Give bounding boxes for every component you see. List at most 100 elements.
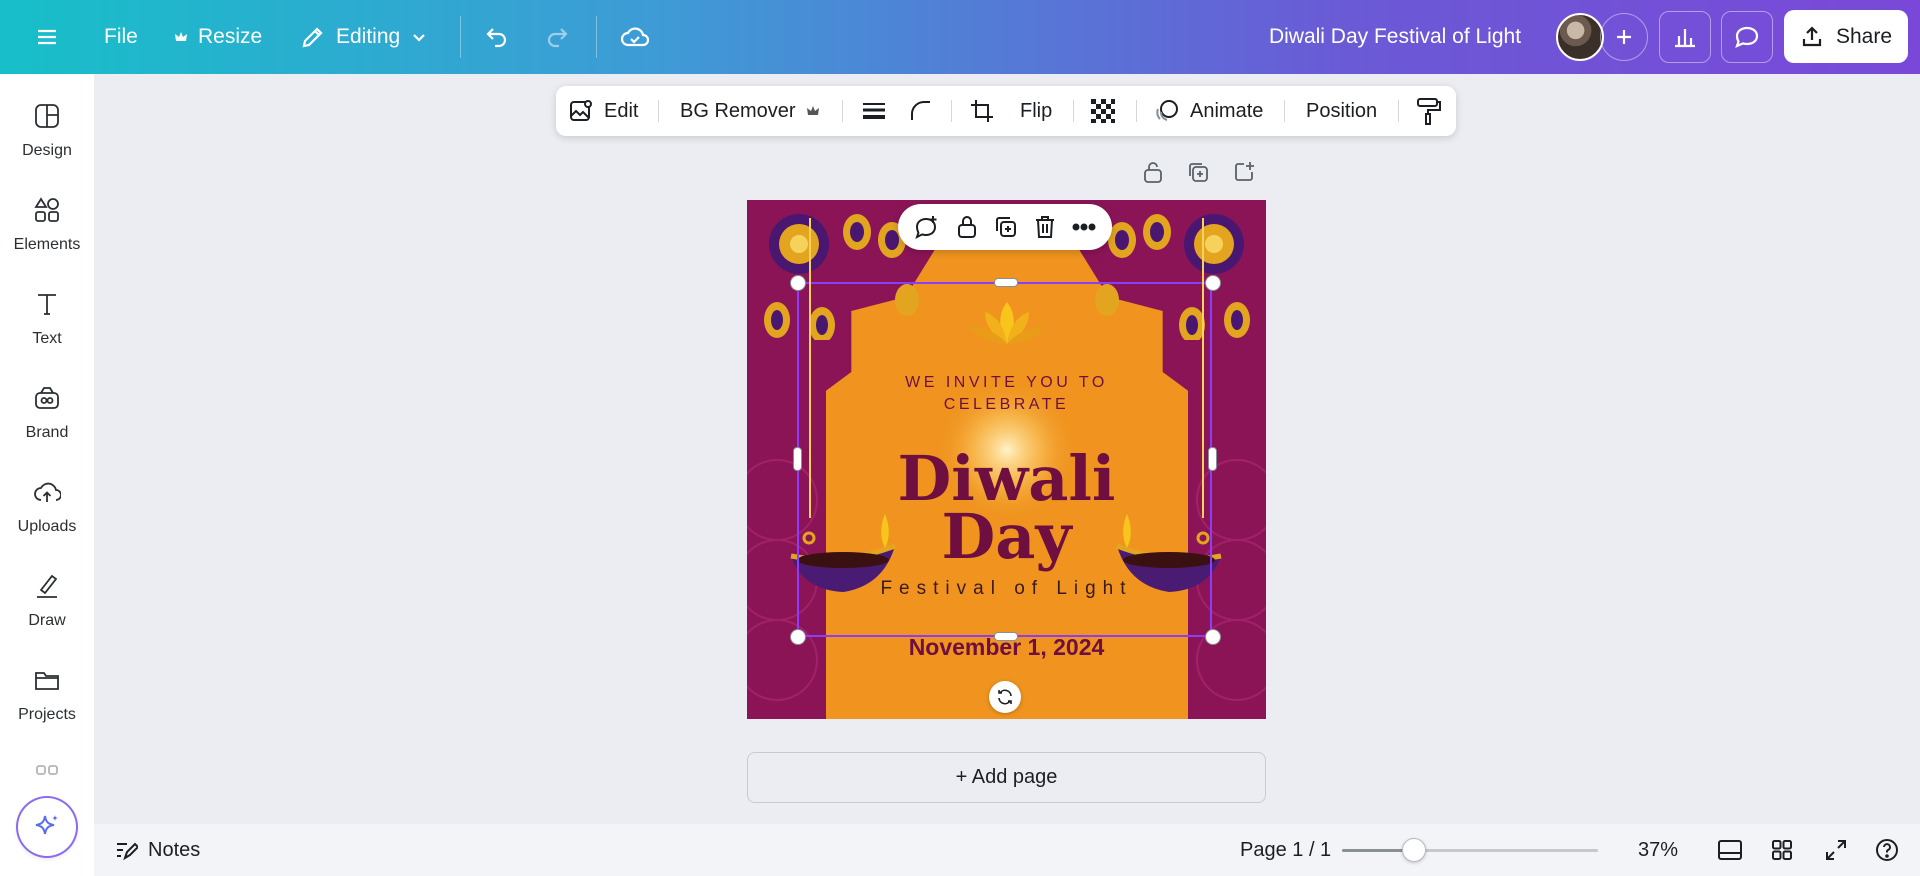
notes-icon — [117, 842, 138, 861]
resize-handle-top-right[interactable] — [1205, 275, 1221, 291]
resize-handle-top-left[interactable] — [790, 275, 806, 291]
lock-icon[interactable] — [1142, 160, 1164, 184]
animate-button[interactable]: Animate — [1154, 86, 1263, 136]
divider — [951, 100, 952, 122]
cloud-check-icon — [620, 27, 650, 47]
divider — [842, 100, 843, 122]
duplicate-page-icon[interactable] — [1186, 160, 1210, 184]
top-bar: File Resize Editing Diwali Day Festival … — [0, 0, 1920, 74]
design-canvas[interactable]: WE INVITE YOU TO CELEBRATE Diwali Day Fe… — [747, 200, 1266, 719]
main-menu-button[interactable] — [36, 0, 58, 74]
share-upload-icon — [1802, 25, 1822, 46]
page-indicator[interactable]: Page 1 / 1 — [1240, 824, 1331, 876]
editing-mode-button[interactable]: Editing — [300, 0, 428, 74]
bottom-bar: Notes Page 1 / 1 37% — [94, 824, 1920, 876]
grid-view-button[interactable] — [1770, 824, 1794, 876]
rotate-icon — [998, 689, 1012, 705]
design-icon — [35, 104, 59, 128]
file-menu-button[interactable]: File — [104, 0, 138, 74]
add-page-icon[interactable] — [1232, 160, 1256, 184]
help-button[interactable] — [1874, 824, 1900, 876]
sidebar-item-brand[interactable]: Brand — [0, 384, 94, 442]
sidebar-item-elements[interactable]: Elements — [0, 196, 94, 254]
invite-collaborator-button[interactable] — [1600, 13, 1648, 61]
sidebar-item-label: Text — [32, 330, 62, 347]
lock-icon[interactable] — [955, 214, 979, 240]
divider — [1136, 100, 1137, 122]
sidebar-item-label: Brand — [25, 424, 69, 441]
insights-button[interactable] — [1659, 11, 1711, 63]
resize-handle-left[interactable] — [793, 447, 802, 471]
divider — [1398, 100, 1399, 122]
border-style-button[interactable] — [861, 86, 887, 136]
draw-icon — [37, 574, 58, 598]
sidebar-item-label: Uploads — [17, 518, 77, 535]
zoom-level-button[interactable]: 37% — [1638, 824, 1678, 876]
magic-assistant-button[interactable] — [18, 798, 76, 856]
elements-icon — [34, 197, 59, 222]
notes-button[interactable]: Notes — [114, 824, 200, 876]
zoom-slider-knob[interactable] — [1401, 838, 1426, 862]
more-options-icon[interactable] — [1071, 214, 1097, 240]
corner-rounding-button[interactable] — [908, 86, 934, 136]
cloud-save-status[interactable] — [620, 0, 650, 74]
resize-handle-right[interactable] — [1208, 447, 1217, 471]
chevron-down-icon — [413, 34, 425, 42]
sidebar-item-draw[interactable]: Draw — [0, 572, 94, 630]
pages-view-icon — [1718, 840, 1742, 860]
share-button[interactable]: Share — [1784, 10, 1908, 63]
page-actions — [1142, 160, 1256, 184]
resize-handle-bottom-right[interactable] — [1205, 629, 1221, 645]
pencil-icon — [302, 27, 323, 48]
avatar[interactable] — [1556, 13, 1604, 61]
bar-chart-icon — [1675, 29, 1695, 48]
bg-remover-button[interactable]: BG Remover — [680, 86, 820, 136]
redo-button[interactable] — [544, 0, 570, 74]
editing-label: Editing — [336, 25, 401, 48]
comment-icon — [1735, 26, 1759, 48]
divider — [596, 16, 597, 58]
sidebar-item-uploads[interactable]: Uploads — [0, 478, 94, 536]
bg-remover-label: BG Remover — [680, 99, 796, 122]
duplicate-icon[interactable] — [993, 214, 1019, 240]
rotate-handle[interactable] — [989, 681, 1021, 713]
sidebar-item-projects[interactable]: Projects — [0, 666, 94, 724]
left-sidebar: Design Elements Text Brand Uploads Draw … — [0, 74, 94, 876]
resize-handle-bottom-left[interactable] — [790, 629, 806, 645]
fullscreen-button[interactable] — [1824, 824, 1848, 876]
transparency-button[interactable] — [1090, 86, 1116, 136]
sidebar-item-text[interactable]: Text — [0, 290, 94, 348]
sidebar-item-label: Elements — [13, 236, 81, 253]
transparency-icon — [1091, 99, 1115, 123]
file-label: File — [104, 25, 138, 48]
undo-button[interactable] — [484, 0, 510, 74]
image-edit-icon — [570, 100, 592, 121]
corner-radius-icon — [911, 101, 930, 120]
edit-image-button[interactable]: Edit — [568, 86, 638, 136]
crop-button[interactable] — [969, 86, 995, 136]
flip-button[interactable]: Flip — [1020, 86, 1052, 136]
apps-icon — [36, 765, 58, 775]
divider — [1073, 100, 1074, 122]
crop-icon — [971, 100, 993, 122]
resize-handle-bottom[interactable] — [994, 632, 1018, 641]
sidebar-item-design[interactable]: Design — [0, 102, 94, 160]
trash-icon[interactable] — [1033, 214, 1057, 240]
position-button[interactable]: Position — [1306, 86, 1377, 136]
sidebar-item-label: Draw — [28, 612, 66, 629]
zoom-slider[interactable] — [1342, 838, 1598, 862]
add-comment-icon[interactable] — [913, 214, 941, 240]
divider — [658, 100, 659, 122]
resize-button[interactable]: Resize — [174, 0, 262, 74]
hanging-string-right — [1202, 218, 1204, 518]
pages-view-button[interactable] — [1716, 824, 1744, 876]
sidebar-item-apps[interactable] — [0, 764, 94, 776]
resize-handle-top[interactable] — [994, 278, 1018, 287]
selection-box[interactable] — [797, 282, 1212, 637]
divider — [1284, 100, 1285, 122]
copy-style-button[interactable] — [1416, 86, 1442, 136]
share-label: Share — [1835, 24, 1893, 48]
add-page-button[interactable]: + Add page — [747, 752, 1266, 803]
comments-button[interactable] — [1721, 11, 1773, 63]
document-title[interactable]: Diwali Day Festival of Light — [1245, 0, 1545, 74]
